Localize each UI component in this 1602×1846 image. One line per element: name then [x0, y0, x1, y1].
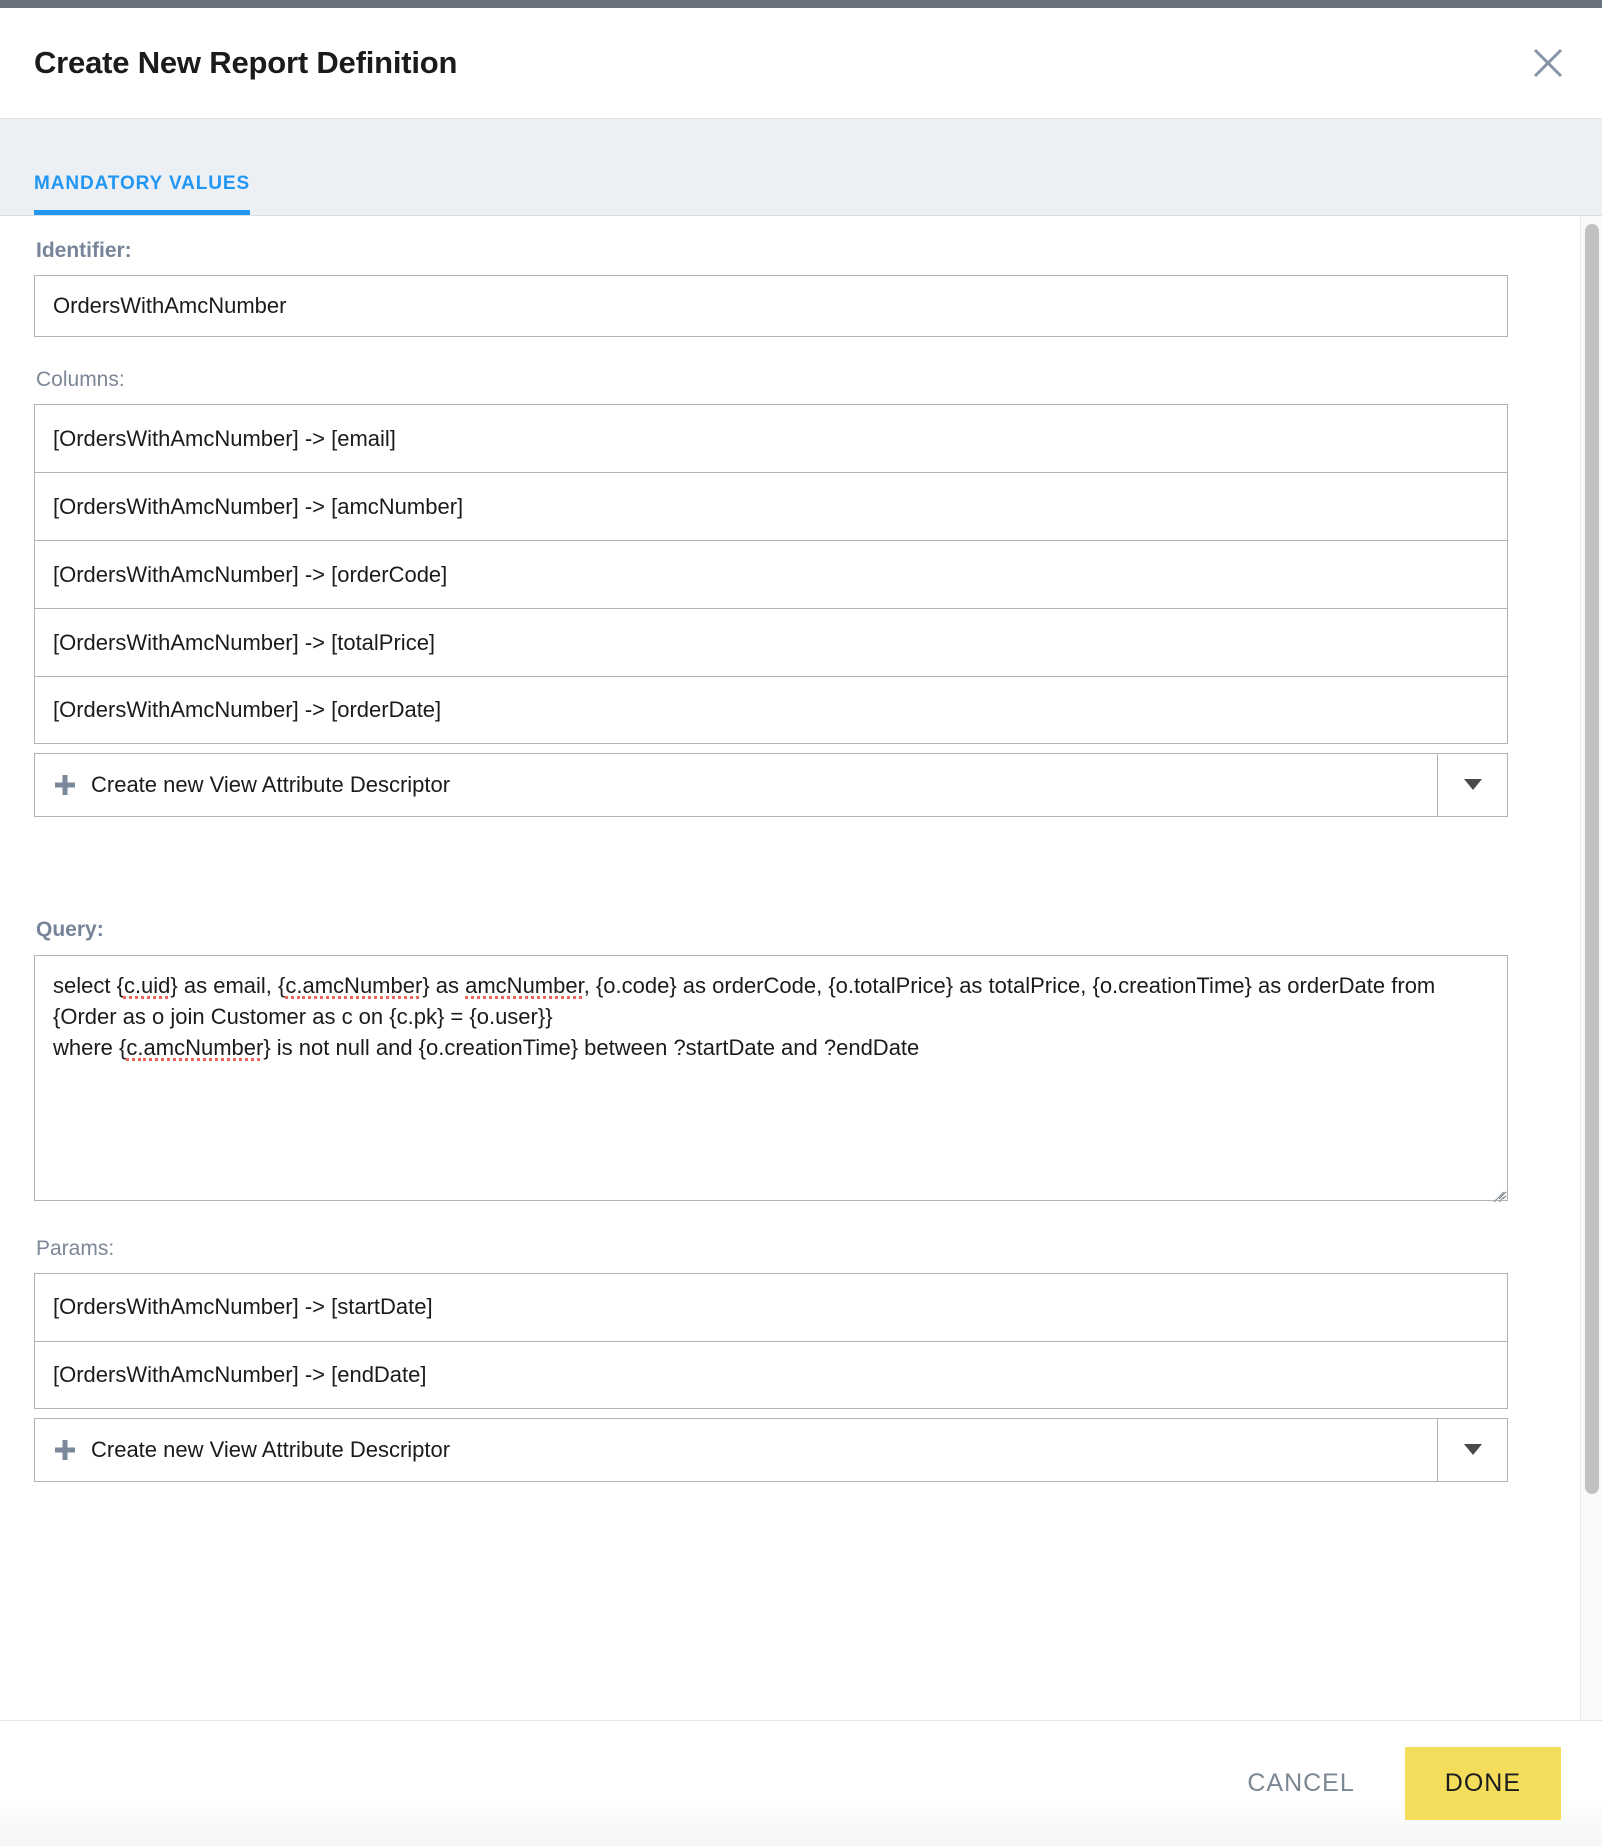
- tab-label: MANDATORY VALUES: [34, 173, 251, 194]
- vertical-scrollbar-track[interactable]: [1580, 216, 1602, 1720]
- create-button-label: Create new View Attribute Descriptor: [91, 772, 451, 798]
- list-item[interactable]: [OrdersWithAmcNumber] -> [totalPrice]: [34, 608, 1508, 677]
- window-top-strip: [0, 0, 1602, 8]
- page-title: Create New Report Definition: [34, 45, 458, 80]
- identifier-input[interactable]: [34, 275, 1508, 338]
- identifier-label: Identifier:: [36, 239, 132, 262]
- tab-active-underline: [34, 210, 251, 215]
- chevron-down-icon: [1463, 1443, 1482, 1455]
- plus-icon: [55, 1439, 75, 1460]
- columns-label: Columns:: [36, 368, 125, 392]
- plus-icon: [55, 775, 75, 796]
- query-textarea[interactable]: [34, 954, 1508, 1201]
- create-report-definition-modal: Create New Report Definition MANDATORY V…: [0, 0, 1602, 1846]
- tab-mandatory-values[interactable]: MANDATORY VALUES: [34, 174, 264, 215]
- done-button[interactable]: DONE: [1404, 1747, 1561, 1820]
- params-create-row: Create new View Attribute Descriptor: [34, 1417, 1508, 1482]
- columns-create-row: Create new View Attribute Descriptor: [34, 753, 1508, 818]
- modal-body: Identifier: Columns: [OrdersWithAmcNumbe…: [0, 216, 1602, 1720]
- close-button[interactable]: [1526, 41, 1570, 85]
- query-field-wrapper: select {c.uid} as email, {c.amcNumber} a…: [34, 954, 1508, 1206]
- query-label: Query:: [36, 918, 104, 942]
- list-item[interactable]: [OrdersWithAmcNumber] -> [orderDate]: [34, 676, 1508, 745]
- close-icon: [1533, 48, 1563, 78]
- create-view-attribute-descriptor-button[interactable]: Create new View Attribute Descriptor: [35, 1419, 1437, 1481]
- modal-footer: CANCEL DONE: [0, 1720, 1602, 1846]
- create-button-label: Create new View Attribute Descriptor: [91, 1436, 451, 1462]
- create-view-attribute-descriptor-button[interactable]: Create new View Attribute Descriptor: [35, 754, 1437, 816]
- cancel-button[interactable]: CANCEL: [1221, 1751, 1380, 1816]
- params-list: [OrdersWithAmcNumber] -> [startDate] [Or…: [34, 1272, 1508, 1409]
- columns-list: [OrdersWithAmcNumber] -> [email] [Orders…: [34, 404, 1508, 745]
- modal-header: Create New Report Definition: [0, 8, 1602, 119]
- vertical-scrollbar-thumb[interactable]: [1585, 224, 1599, 1494]
- list-item[interactable]: [OrdersWithAmcNumber] -> [email]: [34, 404, 1508, 473]
- list-item[interactable]: [OrdersWithAmcNumber] -> [startDate]: [34, 1272, 1508, 1341]
- params-dropdown-button[interactable]: [1437, 1418, 1507, 1481]
- chevron-down-icon: [1463, 779, 1482, 791]
- params-label: Params:: [36, 1236, 115, 1260]
- list-item[interactable]: [OrdersWithAmcNumber] -> [orderCode]: [34, 540, 1508, 609]
- tab-bar: MANDATORY VALUES: [0, 119, 1602, 216]
- columns-dropdown-button[interactable]: [1437, 754, 1507, 817]
- form-content: Identifier: Columns: [OrdersWithAmcNumbe…: [0, 216, 1542, 1512]
- list-item[interactable]: [OrdersWithAmcNumber] -> [amcNumber]: [34, 472, 1508, 541]
- list-item[interactable]: [OrdersWithAmcNumber] -> [endDate]: [34, 1340, 1508, 1409]
